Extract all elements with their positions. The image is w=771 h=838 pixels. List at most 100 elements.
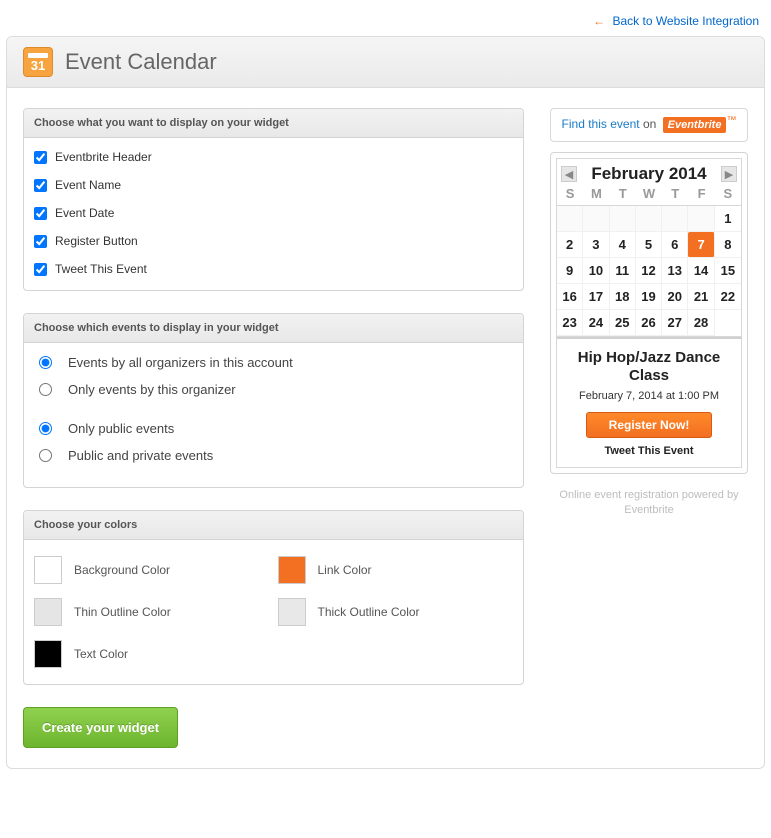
radio-label: Events by all organizers in this account: [68, 355, 293, 370]
calendar-icon: 31: [23, 47, 53, 77]
calendar-empty-cell: [557, 206, 583, 232]
radio-events-by-all-organizers-in-this-account[interactable]: [39, 356, 52, 369]
radio-row: Only events by this organizer: [34, 382, 513, 397]
eventbrite-badge: Eventbrite: [663, 117, 727, 133]
section-display-options: Choose what you want to display on your …: [23, 108, 524, 291]
section-event-filter: Choose which events to display in your w…: [23, 313, 524, 488]
calendar-day-6[interactable]: 6: [662, 232, 688, 258]
tweet-link[interactable]: Tweet This Event: [563, 445, 735, 457]
footer-text: Online event registration powered by Eve…: [550, 488, 748, 519]
calendar-day-4[interactable]: 4: [610, 232, 636, 258]
radio-label: Only events by this organizer: [68, 382, 236, 397]
checkbox-event-date[interactable]: [34, 207, 47, 220]
calendar-day-9[interactable]: 9: [557, 258, 583, 284]
panel-header: 31 Event Calendar: [7, 37, 764, 88]
find-event-box: Find this event on Eventbrite™: [550, 108, 748, 142]
calendar-day-14[interactable]: 14: [688, 258, 714, 284]
color-item: Background Color: [34, 556, 270, 584]
dow-label: M: [583, 186, 609, 201]
calendar-day-18[interactable]: 18: [610, 284, 636, 310]
calendar-day-8[interactable]: 8: [715, 232, 741, 258]
calendar-day-19[interactable]: 19: [636, 284, 662, 310]
calendar-day-24[interactable]: 24: [583, 310, 609, 336]
section-header: Choose your colors: [24, 511, 523, 540]
calendar-empty-cell: [583, 206, 609, 232]
calendar-day-17[interactable]: 17: [583, 284, 609, 310]
calendar-day-3[interactable]: 3: [583, 232, 609, 258]
calendar-day-5[interactable]: 5: [636, 232, 662, 258]
color-item: Link Color: [278, 556, 514, 584]
checkbox-row: Eventbrite Header: [34, 150, 513, 164]
color-label: Text Color: [74, 647, 128, 661]
calendar-empty-cell: [662, 206, 688, 232]
radio-row: Events by all organizers in this account: [34, 355, 513, 370]
color-swatch-link-color[interactable]: [278, 556, 306, 584]
calendar-day-7[interactable]: 7: [688, 232, 714, 258]
checkbox-label: Tweet This Event: [55, 262, 147, 276]
color-swatch-text-color[interactable]: [34, 640, 62, 668]
checkbox-tweet-this-event[interactable]: [34, 263, 47, 276]
back-link[interactable]: ← Back to Website Integration: [593, 14, 759, 28]
checkbox-row: Event Date: [34, 206, 513, 220]
checkbox-row: Event Name: [34, 178, 513, 192]
calendar-day-20[interactable]: 20: [662, 284, 688, 310]
color-label: Link Color: [318, 563, 372, 577]
calendar-day-1[interactable]: 1: [715, 206, 741, 232]
calendar-day-23[interactable]: 23: [557, 310, 583, 336]
calendar-empty-cell: [610, 206, 636, 232]
find-event-on: on: [643, 117, 656, 131]
calendar-month-title: February 2014: [591, 164, 706, 184]
color-item: Thin Outline Color: [34, 598, 270, 626]
find-event-link[interactable]: Find this event: [562, 117, 640, 131]
calendar-day-28[interactable]: 28: [688, 310, 714, 336]
radio-only-public-events[interactable]: [39, 422, 52, 435]
dow-label: T: [662, 186, 688, 201]
radio-row: Only public events: [34, 421, 513, 436]
dow-label: T: [610, 186, 636, 201]
event-preview: Hip Hop/Jazz Dance Class February 7, 201…: [556, 337, 742, 468]
color-label: Thin Outline Color: [74, 605, 171, 619]
calendar-day-10[interactable]: 10: [583, 258, 609, 284]
checkbox-register-button[interactable]: [34, 235, 47, 248]
checkbox-row: Tweet This Event: [34, 262, 513, 276]
checkbox-label: Event Name: [55, 178, 121, 192]
section-header: Choose which events to display in your w…: [24, 314, 523, 343]
calendar-day-2[interactable]: 2: [557, 232, 583, 258]
dow-label: S: [557, 186, 583, 201]
event-date: February 7, 2014 at 1:00 PM: [563, 390, 735, 402]
dow-label: W: [636, 186, 662, 201]
color-swatch-background-color[interactable]: [34, 556, 62, 584]
page-title: Event Calendar: [65, 49, 217, 75]
back-link-label: Back to Website Integration: [612, 14, 759, 28]
calendar-day-25[interactable]: 25: [610, 310, 636, 336]
checkbox-event-name[interactable]: [34, 179, 47, 192]
create-widget-button[interactable]: Create your widget: [23, 707, 178, 748]
radio-only-events-by-this-organizer[interactable]: [39, 383, 52, 396]
dow-label: F: [688, 186, 714, 201]
color-swatch-thin-outline-color[interactable]: [34, 598, 62, 626]
section-colors: Choose your colors Background Color Link …: [23, 510, 524, 685]
calendar-day-21[interactable]: 21: [688, 284, 714, 310]
register-button[interactable]: Register Now!: [586, 412, 713, 438]
calendar-day-26[interactable]: 26: [636, 310, 662, 336]
calendar-next-button[interactable]: ▶: [721, 166, 737, 182]
radio-label: Only public events: [68, 421, 174, 436]
calendar-day-12[interactable]: 12: [636, 258, 662, 284]
calendar-day-16[interactable]: 16: [557, 284, 583, 310]
calendar-day-22[interactable]: 22: [715, 284, 741, 310]
event-title: Hip Hop/Jazz Dance Class: [563, 349, 735, 385]
calendar-day-13[interactable]: 13: [662, 258, 688, 284]
radio-row: Public and private events: [34, 448, 513, 463]
calendar-day-15[interactable]: 15: [715, 258, 741, 284]
calendar-prev-button[interactable]: ◀: [561, 166, 577, 182]
calendar-day-11[interactable]: 11: [610, 258, 636, 284]
calendar-day-27[interactable]: 27: [662, 310, 688, 336]
radio-label: Public and private events: [68, 448, 213, 463]
calendar-empty-cell: [688, 206, 714, 232]
color-swatch-thick-outline-color[interactable]: [278, 598, 306, 626]
calendar-widget: ◀ February 2014 ▶ SMTWTFS 12345678910111…: [550, 152, 748, 474]
checkbox-eventbrite-header[interactable]: [34, 151, 47, 164]
checkbox-label: Eventbrite Header: [55, 150, 152, 164]
radio-public-and-private-events[interactable]: [39, 449, 52, 462]
color-item: Thick Outline Color: [278, 598, 514, 626]
